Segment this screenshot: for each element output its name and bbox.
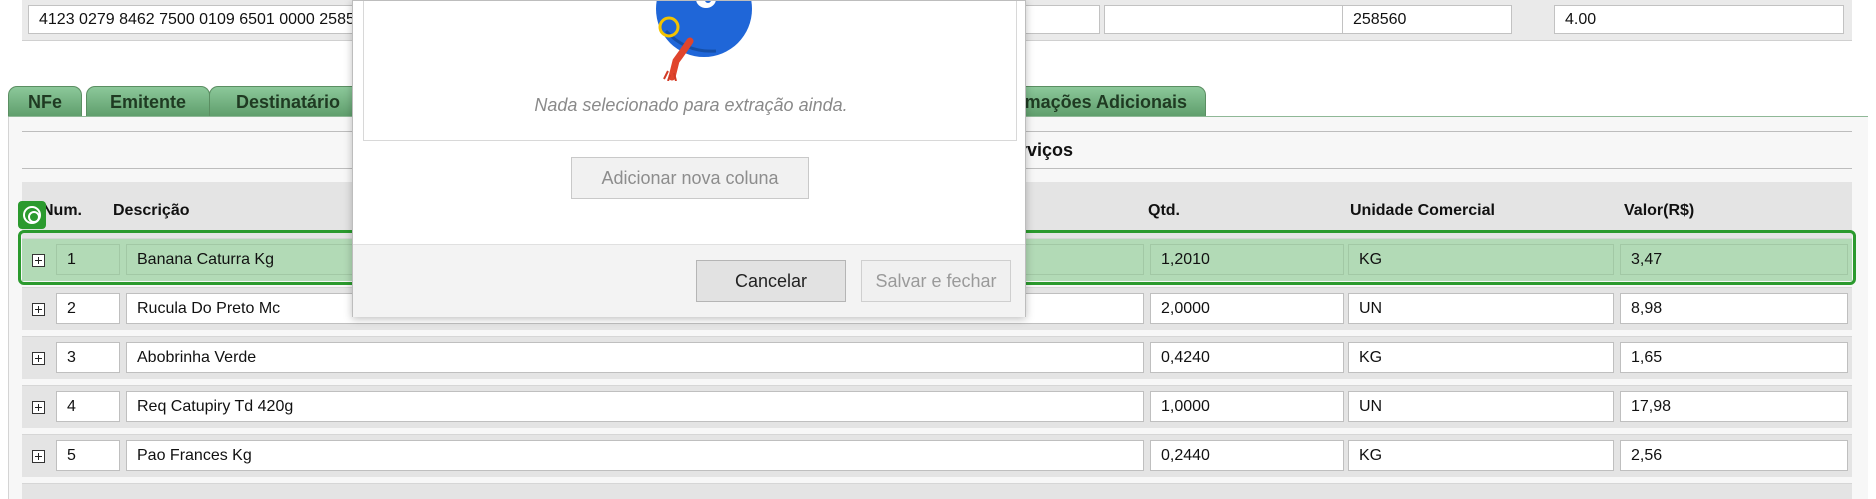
table-row[interactable] (22, 483, 1852, 499)
tab-emitente[interactable]: Emitente (86, 86, 210, 117)
extraction-dialog: Nada selecionado para extração ainda. Ad… (352, 0, 1026, 317)
cell-qtd[interactable]: 0,2440 (1150, 440, 1344, 471)
header-valor[interactable]: Valor(R$) (1624, 202, 1694, 220)
cell-valor[interactable]: 17,98 (1620, 391, 1848, 422)
table-row[interactable]: 4 Req Catupiry Td 420g 1,0000 UN 17,98 (22, 385, 1852, 428)
cancel-button[interactable]: Cancelar (696, 260, 846, 302)
tab-nfe[interactable]: NFe (8, 86, 82, 117)
cell-qtd[interactable]: 0,4240 (1150, 342, 1344, 373)
number-field[interactable]: 258560 (1342, 5, 1512, 34)
expand-icon[interactable] (32, 401, 45, 414)
cell-descricao[interactable]: Abobrinha Verde (126, 342, 1144, 373)
cell-valor[interactable]: 1,65 (1620, 342, 1848, 373)
blank-field[interactable] (1104, 5, 1358, 34)
expand-icon[interactable] (32, 352, 45, 365)
cell-unidade[interactable]: UN (1348, 391, 1614, 422)
cell-unidade[interactable]: KG (1348, 440, 1614, 471)
cell-descricao[interactable]: Pao Frances Kg (126, 440, 1144, 471)
cell-valor[interactable]: 3,47 (1620, 244, 1848, 275)
cell-unidade[interactable]: KG (1348, 244, 1614, 275)
cell-num[interactable]: 3 (56, 342, 120, 373)
mascot-icon (656, 1, 752, 81)
cell-qtd[interactable]: 2,0000 (1150, 293, 1344, 324)
cell-num[interactable]: 2 (56, 293, 120, 324)
cell-unidade[interactable]: KG (1348, 342, 1614, 373)
add-column-button[interactable]: Adicionar nova coluna (571, 157, 809, 199)
header-qtd[interactable]: Qtd. (1148, 202, 1180, 220)
table-row[interactable]: 5 Pao Frances Kg 0,2440 KG 2,56 (22, 434, 1852, 477)
cell-qtd[interactable]: 1,2010 (1150, 244, 1344, 275)
cell-unidade[interactable]: UN (1348, 293, 1614, 324)
cell-valor[interactable]: 8,98 (1620, 293, 1848, 324)
cell-num[interactable]: 4 (56, 391, 120, 422)
cell-descricao[interactable]: Req Catupiry Td 420g (126, 391, 1144, 422)
cell-valor[interactable]: 2,56 (1620, 440, 1848, 471)
save-and-close-button[interactable]: Salvar e fechar (861, 260, 1011, 302)
target-icon[interactable] (18, 201, 46, 229)
header-descricao[interactable]: Descrição (113, 202, 190, 220)
expand-icon[interactable] (32, 450, 45, 463)
header-unidade[interactable]: Unidade Comercial (1350, 202, 1495, 220)
tab-destinatario[interactable]: Destinatário (209, 86, 367, 117)
cell-num[interactable]: 5 (56, 440, 120, 471)
expand-icon[interactable] (32, 254, 45, 267)
dialog-footer: Cancelar Salvar e fechar (353, 244, 1025, 317)
empty-state-message: Nada selecionado para extração ainda. (534, 95, 848, 115)
cell-qtd[interactable]: 1,0000 (1150, 391, 1344, 422)
table-row[interactable]: 3 Abobrinha Verde 0,4240 KG 1,65 (22, 336, 1852, 379)
extraction-preview: Nada selecionado para extração ainda. (363, 1, 1017, 141)
expand-icon[interactable] (32, 303, 45, 316)
header-num[interactable]: Num. (42, 202, 82, 220)
cell-num[interactable]: 1 (56, 244, 120, 275)
version-field[interactable]: 4.00 (1554, 5, 1844, 34)
